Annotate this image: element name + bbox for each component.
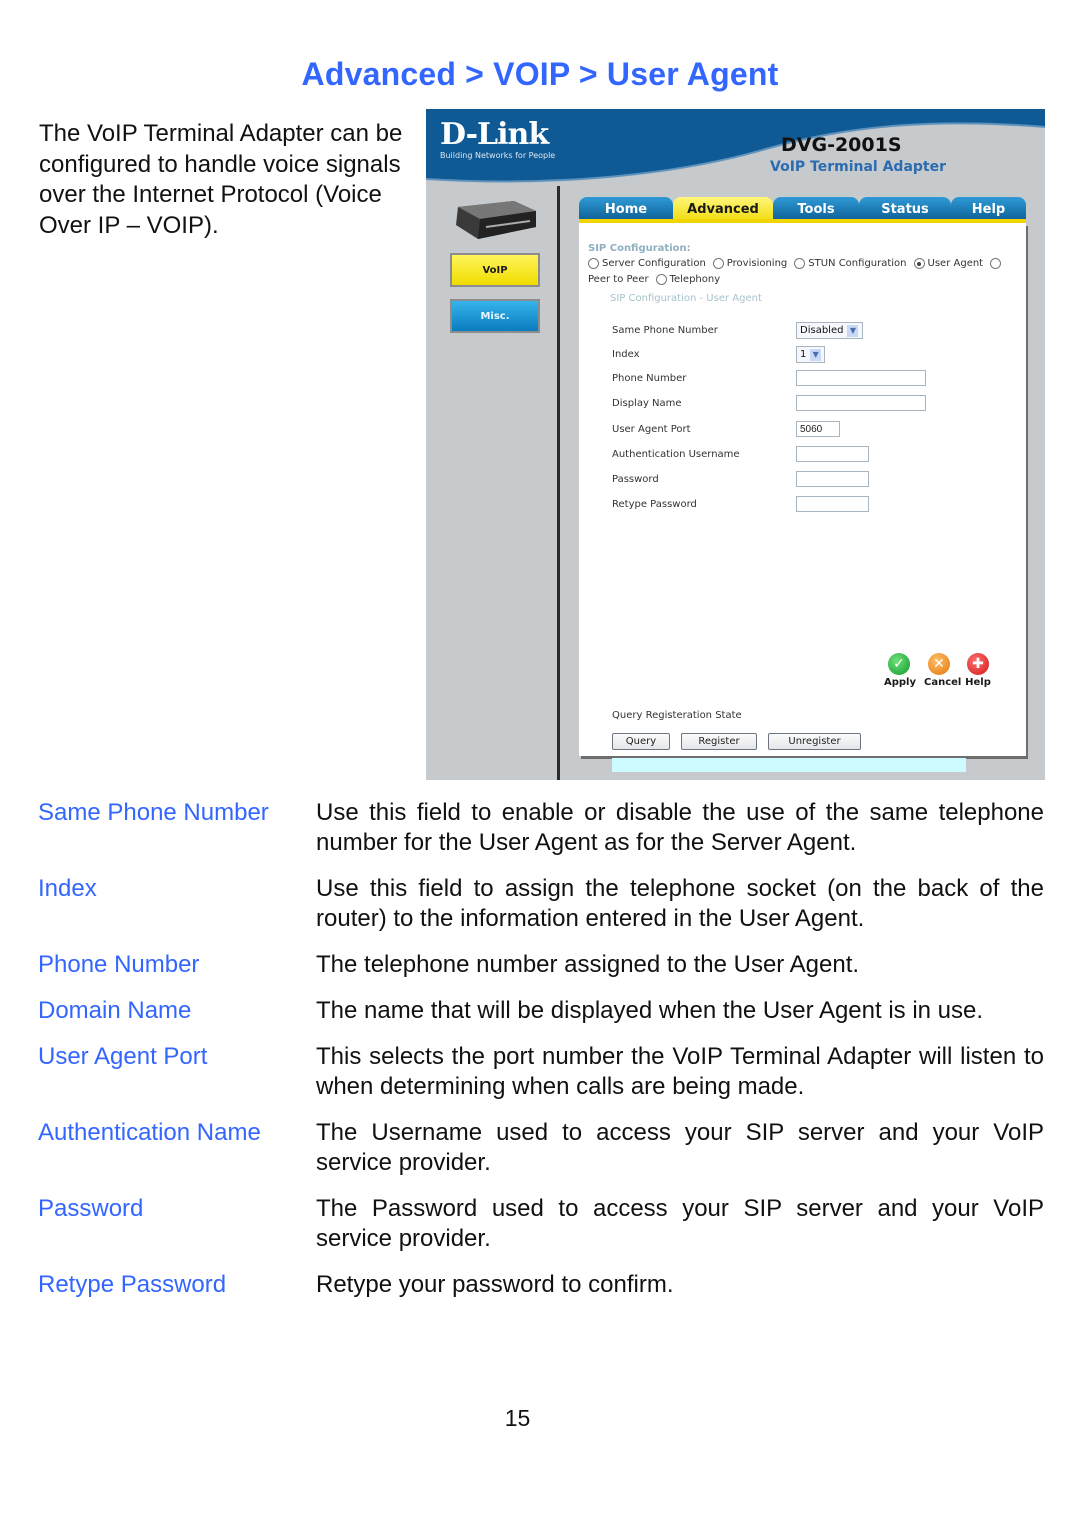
cross-icon: ✕: [928, 653, 950, 675]
label-password: Password: [612, 474, 659, 485]
model-name: DVG-2001S: [781, 134, 902, 156]
definition-term: Same Phone Number: [38, 799, 269, 826]
help-label: Help: [965, 677, 991, 688]
definition-description: Use this field to assign the telephone s…: [316, 875, 1044, 932]
side-menu-misc-label: Misc.: [480, 310, 510, 322]
radio-telephony[interactable]: [655, 274, 667, 285]
display-name-input[interactable]: [796, 395, 926, 411]
radio-stun-config[interactable]: [794, 258, 806, 269]
query-button[interactable]: Query: [612, 733, 670, 750]
definition-term: Retype Password: [38, 1271, 227, 1298]
definition-description: The name that will be displayed when the…: [316, 997, 984, 1024]
auth-username-input[interactable]: [796, 446, 869, 462]
definition-row: Domain Name The name that will be displa…: [38, 996, 1044, 1026]
definition-row: Phone Number The telephone number assign…: [38, 950, 1044, 980]
definition-row: Password The Password used to access you…: [38, 1194, 1044, 1254]
router-ui-screenshot: D-Link Building Networks for People DVG-…: [426, 109, 1045, 780]
radio-stun-config-label: STUN Configuration: [808, 258, 907, 269]
dlink-logo: D-Link: [440, 117, 549, 152]
radio-user-agent-label: User Agent: [927, 258, 984, 269]
label-phone-number: Phone Number: [612, 373, 687, 384]
phone-number-input[interactable]: [796, 370, 926, 386]
dlink-tagline: Building Networks for People: [440, 151, 556, 160]
apply-label: Apply: [884, 677, 917, 688]
radio-server-config-label: Server Configuration: [602, 258, 706, 269]
chevron-down-icon: ▼: [810, 348, 821, 361]
definition-row: Authentication Name The Username used to…: [38, 1118, 1044, 1178]
same-phone-number-value: Disabled: [800, 325, 844, 336]
definition-row: User Agent Port This selects the port nu…: [38, 1042, 1044, 1102]
register-button[interactable]: Register: [681, 733, 757, 750]
label-display-name: Display Name: [612, 398, 682, 409]
radio-provisioning-label: Provisioning: [726, 258, 788, 269]
model-subtitle: VoIP Terminal Adapter: [770, 159, 947, 175]
retype-password-input[interactable]: [796, 496, 869, 512]
unregister-button[interactable]: Unregister: [768, 733, 861, 750]
side-menu-voip-label: VoIP: [482, 264, 508, 276]
label-user-agent-port: User Agent Port: [612, 424, 691, 435]
help-button[interactable]: ✚ Help: [963, 653, 993, 688]
content-panel: SIP Configuration: Server Configuration …: [579, 223, 1026, 772]
side-menu-voip[interactable]: VoIP: [450, 253, 540, 287]
chevron-down-icon: ▼: [847, 324, 859, 337]
index-value: 1: [800, 349, 807, 360]
definition-term: Domain Name: [38, 997, 192, 1024]
definition-term: Password: [38, 1195, 144, 1222]
field-definitions: Same Phone Number Use this field to enab…: [38, 798, 1044, 1316]
radio-server-config[interactable]: [588, 258, 599, 269]
sip-config-heading: SIP Configuration:: [588, 243, 691, 254]
main-tabs: Home Advanced Tools Status Help: [579, 197, 1026, 221]
radio-telephony-label: Telephony: [669, 274, 721, 285]
checkmark-icon: ✓: [888, 653, 910, 675]
cancel-label: Cancel: [924, 677, 962, 688]
registration-status-bar: [612, 758, 966, 772]
tab-status[interactable]: Status: [859, 197, 951, 221]
side-menu-misc[interactable]: Misc.: [450, 299, 540, 333]
sidebar-divider: [557, 186, 560, 780]
device-image: [456, 201, 536, 239]
password-input[interactable]: [796, 471, 869, 487]
definition-row: Retype Password Retype your password to …: [38, 1270, 1044, 1300]
radio-user-agent[interactable]: [913, 258, 925, 269]
sip-options-row-2: Peer to Peer Telephony: [588, 274, 720, 285]
definition-term: Phone Number: [38, 951, 200, 978]
label-same-phone-number: Same Phone Number: [612, 325, 718, 336]
label-index: Index: [612, 349, 640, 360]
definition-description: Use this field to enable or disable the …: [316, 799, 1044, 856]
definition-description: The Username used to access your SIP ser…: [316, 1119, 1044, 1176]
tab-help[interactable]: Help: [951, 197, 1026, 221]
intro-paragraph: The VoIP Terminal Adapter can be configu…: [39, 120, 403, 239]
definition-term: Index: [38, 875, 97, 902]
cancel-button[interactable]: ✕ Cancel: [924, 653, 962, 688]
definition-description: This selects the port number the VoIP Te…: [316, 1043, 1044, 1100]
radio-peer-to-peer-label: Peer to Peer: [588, 274, 649, 285]
definition-term: Authentication Name: [38, 1119, 261, 1146]
apply-button[interactable]: ✓ Apply: [884, 653, 917, 688]
router-header: D-Link Building Networks for People DVG-…: [426, 109, 1045, 184]
same-phone-number-select[interactable]: Disabled ▼: [796, 322, 863, 339]
sip-options-row-1: Server Configuration Provisioning STUN C…: [588, 258, 1002, 269]
definition-description: Retype your password to confirm.: [316, 1271, 674, 1298]
page-number: 15: [504, 1405, 531, 1431]
definition-row: Index Use this field to assign the telep…: [38, 874, 1044, 934]
radio-peer-to-peer[interactable]: [990, 258, 1002, 269]
page-title: Advanced > VOIP > User Agent: [301, 56, 779, 92]
definition-description: The telephone number assigned to the Use…: [316, 951, 860, 978]
user-agent-port-input[interactable]: [796, 421, 840, 437]
definition-row: Same Phone Number Use this field to enab…: [38, 798, 1044, 858]
label-auth-username: Authentication Username: [612, 449, 740, 460]
tab-home[interactable]: Home: [579, 197, 673, 221]
definition-term: User Agent Port: [38, 1043, 208, 1070]
definition-description: The Password used to access your SIP ser…: [316, 1195, 1044, 1252]
plus-icon: ✚: [967, 653, 989, 675]
section-heading: SIP Configuration - User Agent: [610, 293, 762, 304]
radio-provisioning[interactable]: [712, 258, 724, 269]
query-registration-label: Query Registeration State: [612, 710, 742, 721]
index-select[interactable]: 1 ▼: [796, 346, 825, 363]
tab-tools[interactable]: Tools: [773, 197, 859, 221]
label-retype-password: Retype Password: [612, 499, 697, 510]
tab-advanced[interactable]: Advanced: [673, 197, 773, 221]
